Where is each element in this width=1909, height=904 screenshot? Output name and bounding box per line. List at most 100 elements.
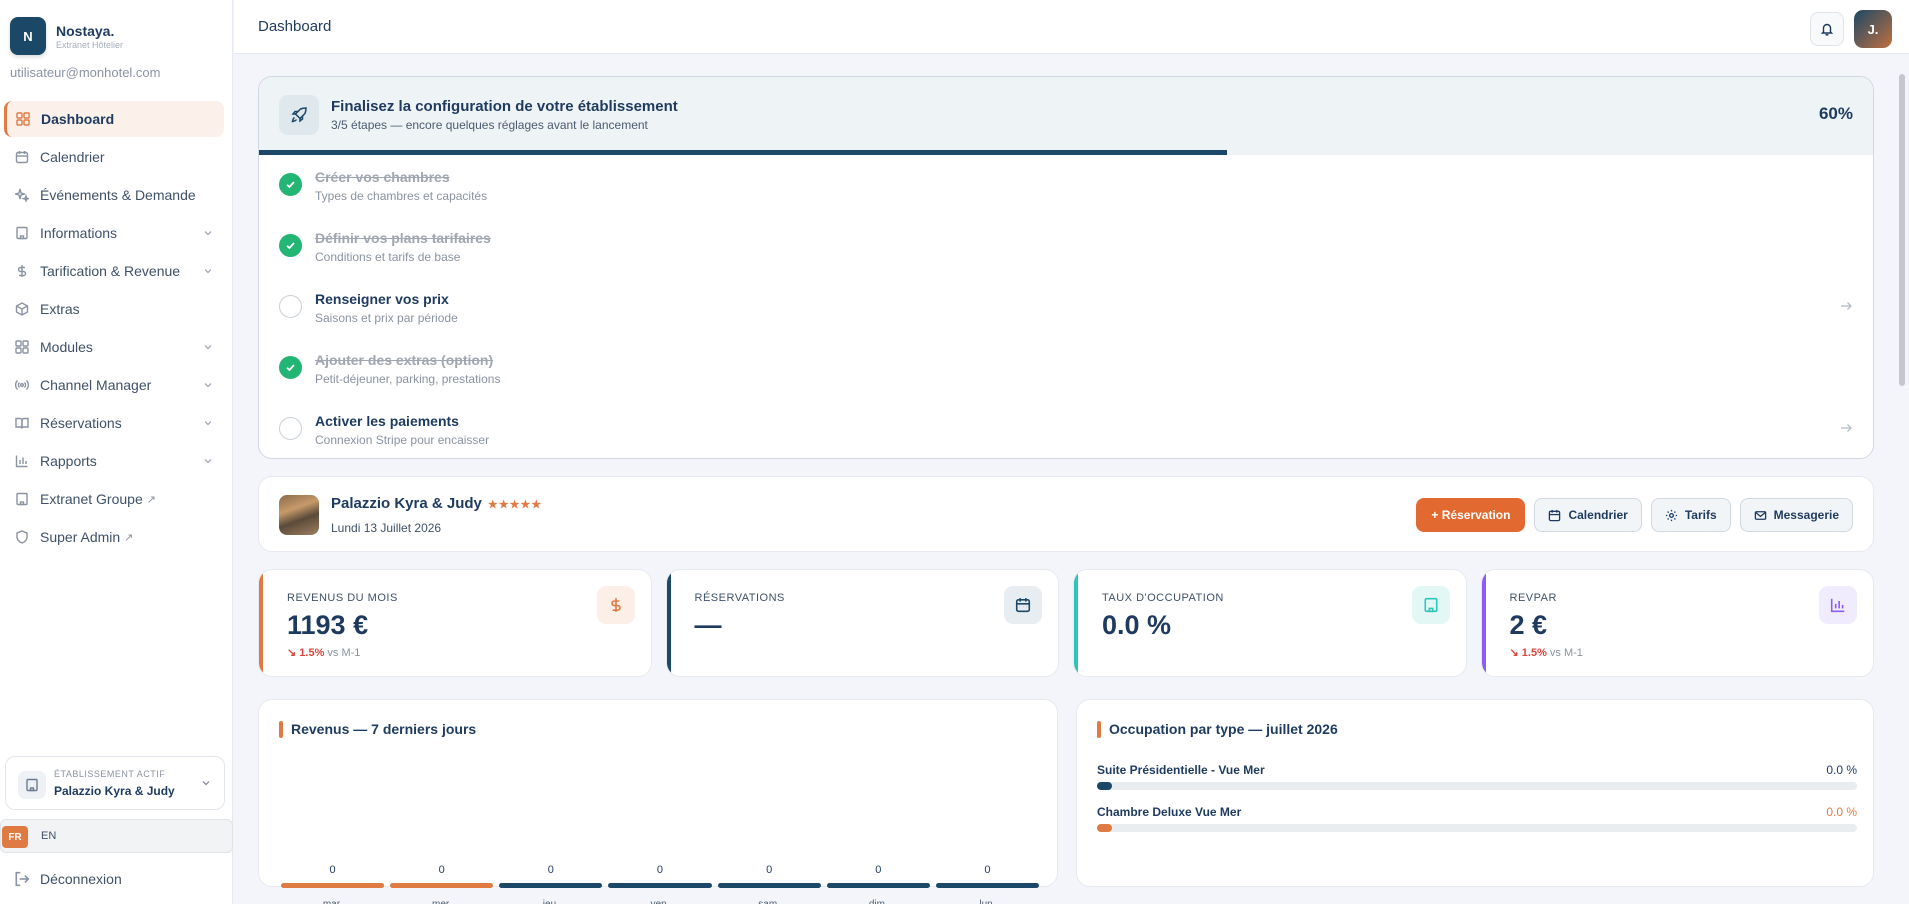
step-title: Activer les paiements [315, 413, 459, 429]
property-bar: Palazzio Kyra & Judy ★★★★★ Lundi 13 Juill… [258, 476, 1874, 552]
revenue-card: Revenus — 7 derniers jours 0 mar. 0 mer. 0 je… [258, 699, 1058, 904]
kpi-value: 2 € [1509, 610, 1548, 640]
onboarding-title: Finalisez la configuration de votre étab… [331, 98, 678, 115]
building-icon [1411, 586, 1450, 624]
sidebar-nav: Dashboard Calendrier Événements & Demand… [4, 101, 224, 557]
onboarding-step[interactable]: Créer vos chambres Types de chambres et c… [259, 155, 1873, 216]
kpi-label: REVPAR [1509, 592, 1557, 604]
sidebar-item-rapports[interactable]: Rapports [4, 443, 224, 479]
kpi-accent [1074, 570, 1078, 676]
bar-category-label: sam. [718, 899, 821, 904]
active-property-selector[interactable]: ÉTABLISSEMENT ACTIF Palazzio Kyra & Judy [5, 756, 225, 810]
brand[interactable]: N Nostaya. Extranet Hôtelier [10, 17, 123, 55]
sidebar-item-informations[interactable]: Informations [4, 215, 224, 251]
occupancy-value: 0.0 % [1826, 805, 1857, 819]
sidebar-item-extranet-groupe[interactable]: Extranet Groupe ↗ [4, 481, 224, 517]
sidebar-item-modules[interactable]: Modules [4, 329, 224, 365]
revenue-bar[interactable]: 0 [281, 864, 385, 888]
sidebar-item-evenements[interactable]: Événements & Demande [4, 177, 224, 213]
language-switcher: FR EN [0, 819, 233, 853]
broadcast-icon [14, 377, 30, 393]
onboarding-step[interactable]: Ajouter des extras (option) Petit-déjeune… [259, 338, 1873, 399]
revenue-bar[interactable]: 0 [390, 864, 494, 888]
kpi-trend-value: 1.5% [299, 647, 325, 659]
gear-icon [1665, 509, 1677, 521]
bar-category-label: ven. [608, 899, 711, 904]
scrollbar-thumb[interactable] [1899, 74, 1905, 386]
sidebar-item-super-admin[interactable]: Super Admin ↗ [4, 519, 224, 555]
external-link-icon: ↗ [124, 531, 134, 544]
onboarding-step[interactable]: Renseigner vos prix Saisons et prix par p… [259, 277, 1873, 338]
logout-icon [15, 871, 30, 887]
bar-fill [826, 883, 930, 888]
sidebar-item-channel-manager[interactable]: Channel Manager [4, 367, 224, 403]
sidebar-item-label: Informations [40, 225, 118, 241]
sidebar-item-reservations[interactable]: Réservations [4, 405, 224, 441]
sidebar-item-label: Rapports [40, 453, 97, 469]
calendar-button[interactable]: Calendrier [1534, 498, 1642, 532]
sidebar-item-dashboard[interactable]: Dashboard [4, 101, 224, 137]
bar-value-label: 0 [547, 864, 554, 876]
occupancy-card: Occupation par type — juillet 2026 Suite… [1076, 699, 1874, 887]
kpi-accent [1481, 570, 1486, 676]
step-title: Ajouter des extras (option) [315, 352, 494, 368]
sidebar-item-extras[interactable]: Extras [4, 291, 224, 327]
kpi-value: 1193 € [287, 610, 369, 640]
arrow-right-icon [1841, 424, 1852, 432]
sparkle-icon [14, 187, 30, 203]
revenue-bar[interactable]: 0 [826, 864, 930, 888]
chevron-down-icon [202, 781, 210, 786]
kpi-card: TAUX D'OCCUPATION 0.0 % [1073, 569, 1467, 677]
lang-en-button[interactable]: EN [41, 830, 56, 842]
bar-value-label: 0 [984, 864, 991, 876]
revenue-bar[interactable]: 0 [717, 864, 821, 888]
revenue-bar[interactable]: 0 [935, 864, 1039, 888]
bar-fill [499, 883, 603, 888]
logout-button[interactable]: Déconnexion [14, 871, 122, 887]
chevron-down-icon [204, 383, 212, 388]
revenue-bar[interactable]: 0 [499, 864, 603, 888]
messaging-button[interactable]: Messagerie [1739, 498, 1853, 532]
book-icon [14, 415, 30, 431]
logout-label: Déconnexion [40, 871, 122, 887]
chart-icon [14, 453, 30, 469]
tariffs-button[interactable]: Tarifs [1650, 498, 1731, 532]
kpi-trend-suffix: vs M-1 [1549, 647, 1583, 659]
room-type-name: Suite Présidentielle - Vue Mer [1097, 763, 1265, 777]
step-subtitle: Connexion Stripe pour encaisser [315, 433, 490, 447]
new-reservation-button[interactable]: + Réservation [1416, 498, 1526, 532]
dollar-icon [14, 263, 30, 279]
onboarding-steps: Créer vos chambres Types de chambres et c… [259, 155, 1873, 458]
kpi-value: 0.0 % [1102, 610, 1172, 640]
sidebar-item-label: Réservations [40, 415, 122, 431]
sidebar-item-label: Extranet Groupe [40, 491, 143, 507]
property-thumbnail [279, 495, 319, 535]
step-subtitle: Types de chambres et capacités [315, 189, 488, 203]
occupancy-row: Chambre Deluxe Vue Mer 0.0 % [1097, 805, 1857, 832]
grid-icon [14, 339, 30, 355]
onboarding-percent: 60% [1818, 104, 1853, 123]
onboarding-step[interactable]: Définir vos plans tarifaires Conditions e… [259, 216, 1873, 277]
bar-fill [281, 883, 385, 888]
occupancy-row: Suite Présidentielle - Vue Mer 0.0 % [1097, 763, 1857, 790]
kpi-label: RÉSERVATIONS [694, 592, 785, 604]
revenue-bar[interactable]: 0 [608, 864, 712, 888]
check-circle-icon [279, 356, 302, 379]
chevron-down-icon [204, 231, 212, 236]
package-icon [14, 301, 30, 317]
kpi-label: TAUX D'OCCUPATION [1102, 592, 1224, 604]
occupancy-track [1097, 824, 1857, 832]
bar-category-label: jeu. [499, 899, 602, 904]
notifications-button[interactable] [1810, 12, 1844, 46]
kpi-card: REVPAR 2 € ↘ 1.5% vs M-1 [1480, 569, 1874, 677]
shield-icon [14, 529, 30, 545]
lang-fr-button[interactable]: FR [2, 826, 28, 848]
onboarding-step[interactable]: Activer les paiements Connexion Stripe po… [259, 399, 1873, 458]
user-avatar[interactable]: J. [1854, 10, 1892, 48]
step-subtitle: Conditions et tarifs de base [315, 250, 461, 264]
empty-circle-icon [279, 417, 302, 440]
brand-logo: N [10, 17, 46, 55]
sidebar-item-tarification[interactable]: Tarification & Revenue [4, 253, 224, 289]
active-property-name: Palazzio Kyra & Judy [54, 784, 175, 798]
sidebar-item-calendrier[interactable]: Calendrier [4, 139, 224, 175]
